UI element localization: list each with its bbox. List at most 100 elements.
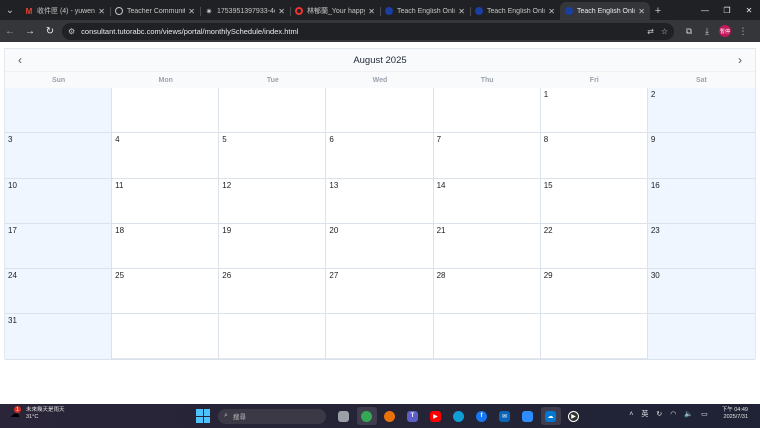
reload-icon[interactable]: ↻ [40, 20, 60, 42]
browser-tab[interactable]: Teacher Community ✕ [110, 2, 200, 20]
day-cell[interactable]: 24 [5, 269, 113, 315]
close-tab-icon[interactable]: ✕ [638, 7, 645, 16]
globe-icon [115, 7, 123, 15]
youtube-app[interactable]: ▶ [426, 407, 446, 425]
day-cell[interactable]: 27 [326, 269, 434, 315]
empty-day-cell [5, 88, 113, 134]
day-cell[interactable]: 15 [540, 178, 648, 224]
day-cell[interactable]: 11 [112, 178, 220, 224]
ime-mode-icon[interactable]: ↻ [656, 410, 662, 418]
tab-title: Teach English Onlin [487, 7, 546, 15]
day-cell[interactable]: 6 [326, 133, 434, 179]
browser-tab[interactable]: M 收件匣 (4) - yuwenb ✕ [20, 2, 110, 20]
close-tab-icon[interactable]: ✕ [188, 7, 195, 16]
translate-icon[interactable]: ⇄ [647, 27, 654, 36]
day-cell[interactable]: 17 [5, 223, 113, 270]
minimize-icon[interactable]: — [694, 0, 716, 20]
day-number: 25 [115, 271, 125, 281]
day-cell[interactable]: 8 [540, 133, 648, 179]
day-number: 20 [329, 225, 339, 235]
taskbar-search[interactable]: ⌕ 搜尋 [218, 408, 326, 424]
zoom-app[interactable] [518, 407, 538, 425]
day-cell[interactable]: 5 [219, 133, 327, 179]
tab-search-icon[interactable]: ⌄ [0, 0, 20, 20]
day-cell[interactable]: 31 [5, 314, 113, 360]
file-explorer-app[interactable] [334, 407, 354, 425]
chrome-app[interactable] [356, 407, 377, 425]
document-icon: ✷ [205, 6, 213, 16]
day-cell[interactable]: 23 [647, 223, 755, 270]
day-cell[interactable]: 19 [219, 223, 327, 270]
day-cell[interactable]: 14 [433, 178, 541, 224]
day-cell[interactable]: 9 [647, 133, 755, 179]
day-cell[interactable]: 13 [326, 178, 434, 224]
mail-app[interactable]: ✉ [495, 407, 515, 425]
media-player-app[interactable]: ▶ [564, 407, 584, 425]
close-tab-icon[interactable]: ✕ [278, 7, 285, 16]
close-tab-icon[interactable]: ✕ [458, 7, 465, 16]
day-cell[interactable]: 25 [112, 269, 220, 315]
close-tab-icon[interactable]: ✕ [98, 7, 105, 16]
day-cell[interactable]: 7 [433, 133, 541, 179]
day-cell[interactable]: 4 [112, 133, 220, 179]
day-cell[interactable]: 10 [5, 178, 113, 224]
monthly-calendar: ‹ August 2025 › Sun Mon Tue Wed Thu Fri Sat 12… [4, 48, 756, 360]
facebook-app[interactable]: f [472, 407, 492, 425]
day-cell[interactable]: 12 [219, 178, 327, 224]
day-cell[interactable]: 20 [326, 223, 434, 270]
day-cell[interactable]: 22 [540, 223, 648, 270]
browser-tab[interactable]: Teach English Onlin ✕ [470, 2, 560, 20]
url-text[interactable]: consultant.tutorabc.com/views/portal/mon… [81, 27, 640, 36]
weekday-label: Wed [372, 76, 388, 84]
restore-icon[interactable]: ❐ [716, 0, 738, 20]
day-cell[interactable]: 29 [540, 269, 648, 315]
teams-app[interactable]: T [403, 407, 423, 425]
bookmark-star-icon[interactable]: ☆ [661, 27, 668, 36]
browser-tab[interactable]: Teach English Onlin ✕ [380, 2, 470, 20]
day-cell[interactable]: 2 [647, 88, 755, 134]
calendar-header: ‹ August 2025 › [5, 49, 755, 71]
extensions-icon[interactable]: ⧉ [680, 26, 698, 37]
wifi-icon[interactable]: ◠ [670, 410, 676, 418]
browser-tab[interactable]: Teach English Onlin ✕ [560, 2, 650, 20]
browser-tab[interactable]: ✷ 1753951397933-4c ✕ [200, 2, 290, 20]
next-month-icon[interactable]: › [733, 53, 747, 67]
download-icon[interactable]: ⤓ [698, 26, 716, 37]
day-cell[interactable]: 30 [647, 269, 755, 315]
clock-date: 2025/7/31 [723, 414, 748, 420]
edge-app[interactable] [449, 407, 469, 425]
volume-icon[interactable]: 🔈 [684, 410, 693, 418]
browser-tab[interactable]: 林郁蘭_Your happy ✕ [290, 2, 380, 20]
menu-icon[interactable]: ⋮ [734, 26, 752, 37]
clock[interactable]: 下午 04:49 2025/7/31 [718, 407, 752, 421]
chevron-up-icon[interactable]: ˄ [629, 411, 633, 418]
back-icon[interactable]: ← [0, 20, 20, 42]
day-cell[interactable]: 26 [219, 269, 327, 315]
copilot-app[interactable] [380, 407, 400, 425]
ime-indicator[interactable]: 英 [641, 409, 648, 419]
start-button[interactable] [196, 409, 210, 423]
forward-icon[interactable]: → [20, 20, 40, 42]
weather-widget[interactable]: ☁ 1 未來幾天是雨天 31°C [8, 406, 65, 421]
weather-temperature: 31°C [26, 414, 39, 420]
tab-title: 收件匣 (4) - yuwenb [37, 8, 96, 15]
day-cell[interactable]: 28 [433, 269, 541, 315]
day-number: 2 [650, 90, 656, 99]
day-cell[interactable]: 21 [433, 223, 541, 270]
battery-icon[interactable]: ▭ [701, 410, 708, 418]
day-cell[interactable]: 18 [112, 223, 220, 270]
profile-avatar[interactable]: 暫停 [719, 25, 731, 37]
close-tab-icon[interactable]: ✕ [548, 7, 555, 16]
prev-month-icon[interactable]: ‹ [13, 53, 27, 67]
day-cell[interactable]: 16 [647, 178, 755, 224]
close-window-icon[interactable]: ✕ [738, 0, 760, 20]
address-bar[interactable]: ⚙ consultant.tutorabc.com/views/portal/m… [62, 22, 674, 40]
site-info-icon[interactable]: ⚙ [68, 27, 75, 36]
new-tab-button[interactable]: + [650, 2, 666, 20]
rain-cloud-icon: ☁ 1 [10, 406, 21, 420]
opera-icon [295, 7, 303, 15]
onedrive-app[interactable]: ☁ [540, 407, 561, 425]
day-cell[interactable]: 3 [5, 133, 113, 179]
day-cell[interactable]: 1 [540, 88, 648, 134]
close-tab-icon[interactable]: ✕ [368, 7, 375, 16]
